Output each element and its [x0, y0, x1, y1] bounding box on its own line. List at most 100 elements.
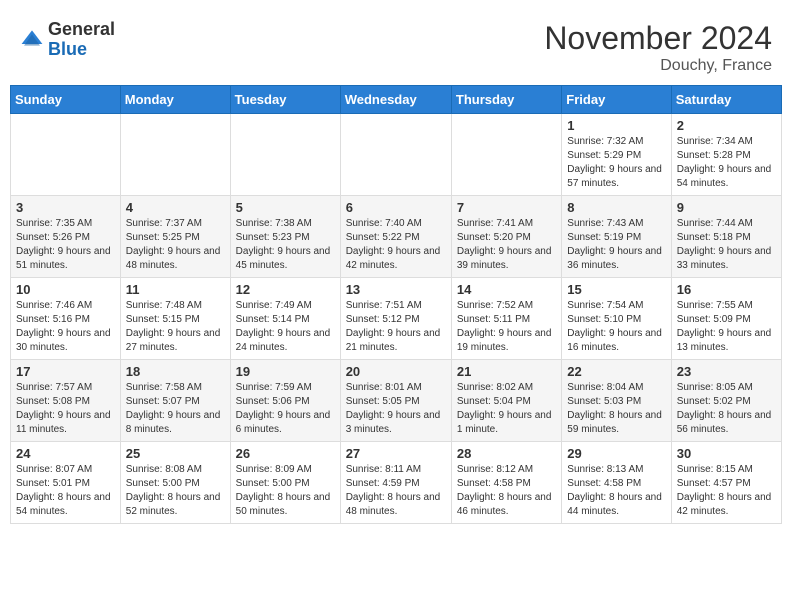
day-number: 20: [346, 364, 446, 379]
calendar-week-row: 24 Sunrise: 8:07 AM Sunset: 5:01 PM Dayli…: [11, 442, 782, 524]
calendar-cell: 21 Sunrise: 8:02 AM Sunset: 5:04 PM Dayli…: [451, 360, 561, 442]
calendar-cell: 30 Sunrise: 8:15 AM Sunset: 4:57 PM Dayli…: [671, 442, 781, 524]
day-number: 25: [126, 446, 225, 461]
calendar-cell: 19 Sunrise: 7:59 AM Sunset: 5:06 PM Dayli…: [230, 360, 340, 442]
month-title: November 2024: [544, 20, 772, 57]
day-number: 11: [126, 282, 225, 297]
calendar-cell: 29Sunrise: 8:13 AM Sunset: 4:58 PM Dayli…: [562, 442, 671, 524]
day-number: 30: [677, 446, 776, 461]
day-info: Sunrise: 8:01 AM Sunset: 5:05 PM Dayligh…: [346, 381, 446, 437]
calendar-header-thursday: Thursday: [451, 86, 561, 114]
day-number: 3: [16, 200, 115, 215]
day-info: Sunrise: 7:59 AM Sunset: 5:06 PM Dayligh…: [236, 381, 335, 437]
day-info: Sunrise: 7:38 AM Sunset: 5:23 PM Dayligh…: [236, 217, 335, 273]
day-info: Sunrise: 7:44 AM Sunset: 5:18 PM Dayligh…: [677, 217, 776, 273]
calendar-week-row: 3 Sunrise: 7:35 AM Sunset: 5:26 PM Daylig…: [11, 196, 782, 278]
calendar-cell: 28 Sunrise: 8:12 AM Sunset: 4:58 PM Dayli…: [451, 442, 561, 524]
calendar-cell: 17 Sunrise: 7:57 AM Sunset: 5:08 PM Dayli…: [11, 360, 121, 442]
day-info: Sunrise: 7:55 AM Sunset: 5:09 PM Dayligh…: [677, 299, 776, 355]
logo-text: General Blue: [48, 20, 115, 60]
day-number: 9: [677, 200, 776, 215]
calendar-cell: 8 Sunrise: 7:43 AM Sunset: 5:19 PM Daylig…: [562, 196, 671, 278]
day-info: Sunrise: 7:41 AM Sunset: 5:20 PM Dayligh…: [457, 217, 556, 273]
day-number: 7: [457, 200, 556, 215]
day-info: Sunrise: 7:37 AM Sunset: 5:25 PM Dayligh…: [126, 217, 225, 273]
day-number: 19: [236, 364, 335, 379]
day-number: 17: [16, 364, 115, 379]
day-info: Sunrise: 7:57 AM Sunset: 5:08 PM Dayligh…: [16, 381, 115, 437]
calendar-cell: 4 Sunrise: 7:37 AM Sunset: 5:25 PM Daylig…: [120, 196, 230, 278]
day-info: Sunrise: 8:02 AM Sunset: 5:04 PM Dayligh…: [457, 381, 556, 437]
day-info: Sunrise: 7:52 AM Sunset: 5:11 PM Dayligh…: [457, 299, 556, 355]
location: Douchy, France: [544, 57, 772, 75]
day-info: Sunrise: 7:34 AM Sunset: 5:28 PM Dayligh…: [677, 135, 776, 191]
day-number: 1: [567, 118, 665, 133]
calendar-cell: 25 Sunrise: 8:08 AM Sunset: 5:00 PM Dayli…: [120, 442, 230, 524]
day-number: 5: [236, 200, 335, 215]
calendar-cell: 6Sunrise: 7:40 AM Sunset: 5:22 PM Daylig…: [340, 196, 451, 278]
day-number: 24: [16, 446, 115, 461]
calendar-cell: 9 Sunrise: 7:44 AM Sunset: 5:18 PM Daylig…: [671, 196, 781, 278]
calendar-cell: [11, 114, 121, 196]
day-info: Sunrise: 8:07 AM Sunset: 5:01 PM Dayligh…: [16, 463, 115, 519]
calendar-cell: 7 Sunrise: 7:41 AM Sunset: 5:20 PM Daylig…: [451, 196, 561, 278]
day-number: 4: [126, 200, 225, 215]
day-info: Sunrise: 8:11 AM Sunset: 4:59 PM Dayligh…: [346, 463, 446, 519]
calendar-cell: 3 Sunrise: 7:35 AM Sunset: 5:26 PM Daylig…: [11, 196, 121, 278]
calendar-week-row: 1 Sunrise: 7:32 AM Sunset: 5:29 PM Daylig…: [11, 114, 782, 196]
day-number: 12: [236, 282, 335, 297]
day-info: Sunrise: 8:04 AM Sunset: 5:03 PM Dayligh…: [567, 381, 665, 437]
calendar-cell: 24 Sunrise: 8:07 AM Sunset: 5:01 PM Dayli…: [11, 442, 121, 524]
day-info: Sunrise: 7:32 AM Sunset: 5:29 PM Dayligh…: [567, 135, 665, 191]
day-info: Sunrise: 7:54 AM Sunset: 5:10 PM Dayligh…: [567, 299, 665, 355]
day-number: 22: [567, 364, 665, 379]
day-info: Sunrise: 8:05 AM Sunset: 5:02 PM Dayligh…: [677, 381, 776, 437]
calendar-header-row: SundayMondayTuesdayWednesdayThursdayFrid…: [11, 86, 782, 114]
day-info: Sunrise: 8:08 AM Sunset: 5:00 PM Dayligh…: [126, 463, 225, 519]
calendar-cell: 12 Sunrise: 7:49 AM Sunset: 5:14 PM Dayli…: [230, 278, 340, 360]
day-info: Sunrise: 8:13 AM Sunset: 4:58 PM Dayligh…: [567, 463, 665, 519]
calendar-cell: 5 Sunrise: 7:38 AM Sunset: 5:23 PM Daylig…: [230, 196, 340, 278]
day-number: 14: [457, 282, 556, 297]
day-number: 21: [457, 364, 556, 379]
calendar-cell: 22 Sunrise: 8:04 AM Sunset: 5:03 PM Dayli…: [562, 360, 671, 442]
calendar-cell: [120, 114, 230, 196]
logo-icon: [20, 28, 44, 52]
day-info: Sunrise: 7:46 AM Sunset: 5:16 PM Dayligh…: [16, 299, 115, 355]
day-info: Sunrise: 7:48 AM Sunset: 5:15 PM Dayligh…: [126, 299, 225, 355]
calendar-cell: 13Sunrise: 7:51 AM Sunset: 5:12 PM Dayli…: [340, 278, 451, 360]
day-info: Sunrise: 8:09 AM Sunset: 5:00 PM Dayligh…: [236, 463, 335, 519]
calendar-cell: 11 Sunrise: 7:48 AM Sunset: 5:15 PM Dayli…: [120, 278, 230, 360]
day-info: Sunrise: 8:12 AM Sunset: 4:58 PM Dayligh…: [457, 463, 556, 519]
day-info: Sunrise: 7:58 AM Sunset: 5:07 PM Dayligh…: [126, 381, 225, 437]
calendar-cell: 26 Sunrise: 8:09 AM Sunset: 5:00 PM Dayli…: [230, 442, 340, 524]
day-info: Sunrise: 7:40 AM Sunset: 5:22 PM Dayligh…: [346, 217, 446, 273]
day-number: 16: [677, 282, 776, 297]
calendar-cell: 23Sunrise: 8:05 AM Sunset: 5:02 PM Dayli…: [671, 360, 781, 442]
day-info: Sunrise: 7:49 AM Sunset: 5:14 PM Dayligh…: [236, 299, 335, 355]
day-info: Sunrise: 8:15 AM Sunset: 4:57 PM Dayligh…: [677, 463, 776, 519]
calendar-cell: [340, 114, 451, 196]
calendar-header-saturday: Saturday: [671, 86, 781, 114]
day-number: 18: [126, 364, 225, 379]
calendar-cell: 2Sunrise: 7:34 AM Sunset: 5:28 PM Daylig…: [671, 114, 781, 196]
day-number: 26: [236, 446, 335, 461]
calendar-header-sunday: Sunday: [11, 86, 121, 114]
calendar-cell: 14 Sunrise: 7:52 AM Sunset: 5:11 PM Dayli…: [451, 278, 561, 360]
calendar-cell: 27Sunrise: 8:11 AM Sunset: 4:59 PM Dayli…: [340, 442, 451, 524]
day-number: 28: [457, 446, 556, 461]
calendar-cell: 10 Sunrise: 7:46 AM Sunset: 5:16 PM Dayli…: [11, 278, 121, 360]
day-info: Sunrise: 7:35 AM Sunset: 5:26 PM Dayligh…: [16, 217, 115, 273]
calendar-header-friday: Friday: [562, 86, 671, 114]
day-info: Sunrise: 7:43 AM Sunset: 5:19 PM Dayligh…: [567, 217, 665, 273]
calendar-cell: 15 Sunrise: 7:54 AM Sunset: 5:10 PM Dayli…: [562, 278, 671, 360]
day-number: 15: [567, 282, 665, 297]
calendar-header-tuesday: Tuesday: [230, 86, 340, 114]
calendar-week-row: 17 Sunrise: 7:57 AM Sunset: 5:08 PM Dayli…: [11, 360, 782, 442]
calendar-week-row: 10 Sunrise: 7:46 AM Sunset: 5:16 PM Dayli…: [11, 278, 782, 360]
day-number: 8: [567, 200, 665, 215]
calendar-cell: 18 Sunrise: 7:58 AM Sunset: 5:07 PM Dayli…: [120, 360, 230, 442]
day-number: 10: [16, 282, 115, 297]
calendar-cell: 16 Sunrise: 7:55 AM Sunset: 5:09 PM Dayli…: [671, 278, 781, 360]
day-info: Sunrise: 7:51 AM Sunset: 5:12 PM Dayligh…: [346, 299, 446, 355]
